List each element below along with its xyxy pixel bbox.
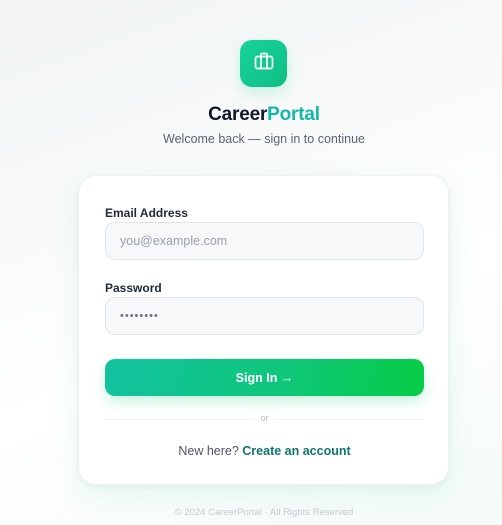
footer-copyright: © 2024 CareerPortal · All Rights Reserve… bbox=[174, 507, 354, 518]
divider-or-text: or bbox=[254, 413, 275, 423]
brand-name-part2: Portal bbox=[267, 104, 320, 125]
password-field[interactable] bbox=[105, 297, 424, 335]
signup-row: New here? Create an account bbox=[79, 444, 450, 458]
email-label: Email Address bbox=[105, 206, 188, 220]
password-label: Password bbox=[105, 281, 162, 295]
divider-or: or bbox=[79, 413, 450, 423]
brand-name-part1: Career bbox=[208, 104, 268, 125]
create-account-link[interactable]: Create an account bbox=[242, 444, 350, 458]
tagline: Welcome back — sign in to continue bbox=[163, 132, 365, 146]
email-field[interactable] bbox=[105, 222, 424, 260]
login-card: Email Address Password Sign In → or New … bbox=[78, 175, 449, 485]
sign-in-button[interactable]: Sign In → bbox=[105, 359, 424, 396]
brand-name: CareerPortal bbox=[0, 104, 502, 126]
briefcase-icon bbox=[254, 52, 274, 75]
brand-logo bbox=[240, 40, 287, 87]
signup-prompt: New here? bbox=[178, 444, 239, 458]
